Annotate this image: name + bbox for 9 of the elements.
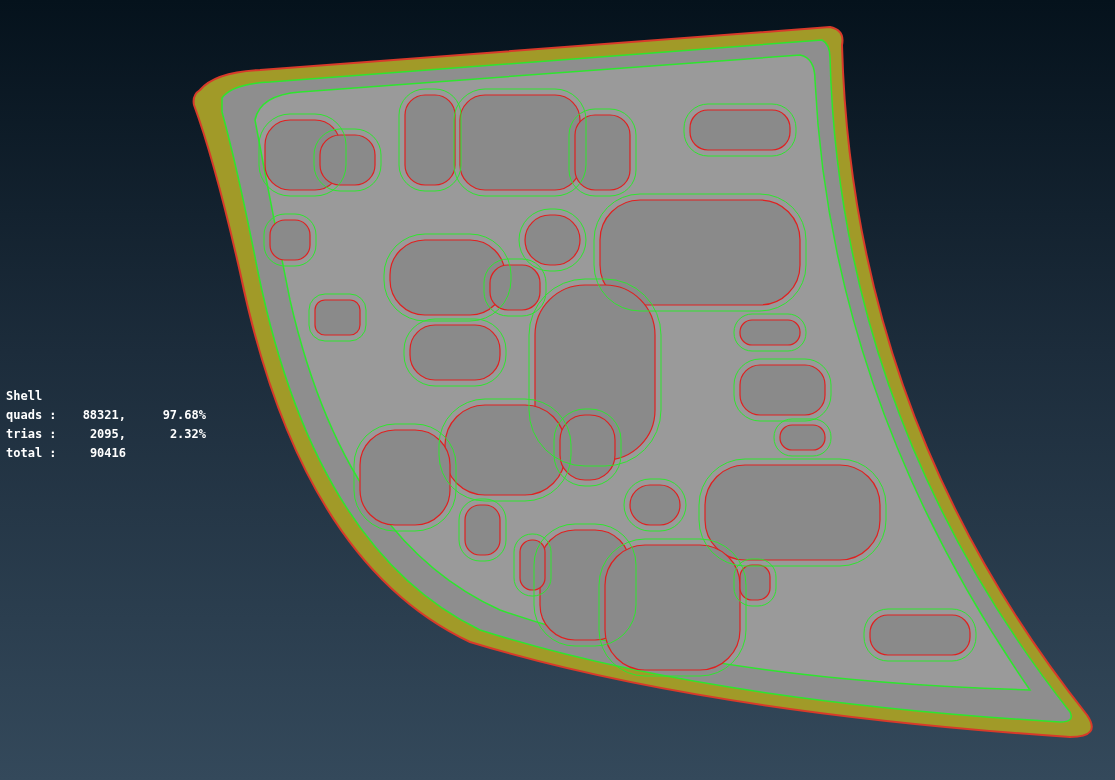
stats-percent: 97.68% bbox=[161, 407, 206, 424]
stats-count: 2095, bbox=[88, 426, 126, 443]
stats-label: quads : bbox=[6, 407, 58, 424]
stats-count: 88321, bbox=[81, 407, 126, 424]
stats-label: trias : bbox=[6, 426, 58, 443]
stats-title: Shell bbox=[6, 388, 43, 405]
stats-percent: 2.32% bbox=[168, 426, 206, 443]
stats-count: 90416 bbox=[88, 445, 126, 462]
stats-label: total : bbox=[6, 445, 58, 462]
